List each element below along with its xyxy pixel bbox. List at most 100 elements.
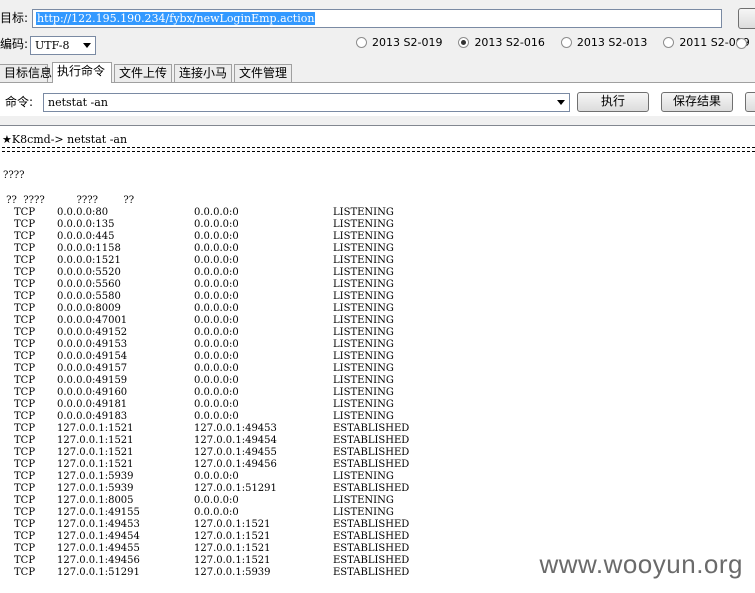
state-cell: LISTENING — [333, 411, 394, 422]
proto-cell: TCP — [14, 423, 36, 434]
table-row: TCP 127.0.0.1:5939 0.0.0.0:0 LISTENING — [0, 471, 755, 483]
state-cell: LISTENING — [333, 375, 394, 386]
radio-exploit-s2-016[interactable]: 2013 S2-016 — [458, 36, 545, 49]
local-address-cell: 0.0.0.0:49183 — [57, 411, 128, 422]
proto-cell: TCP — [14, 459, 36, 470]
foreign-address-cell: 0.0.0.0:0 — [194, 339, 239, 350]
proto-cell: TCP — [14, 339, 36, 350]
local-address-cell: 0.0.0.0:5560 — [57, 279, 121, 290]
local-address-cell: 0.0.0.0:49160 — [57, 387, 128, 398]
state-cell: LISTENING — [333, 267, 394, 278]
table-row: TCP 0.0.0.0:135 0.0.0.0:0 LISTENING — [0, 219, 755, 231]
local-address-cell: 127.0.0.1:8005 — [57, 495, 134, 506]
tab-file-upload[interactable]: 文件上传 — [114, 64, 172, 82]
table-row: TCP 0.0.0.0:49159 0.0.0.0:0 LISTENING — [0, 375, 755, 387]
command-input[interactable]: netstat -an — [43, 93, 570, 112]
local-address-cell: 127.0.0.1:1521 — [57, 435, 134, 446]
state-cell: LISTENING — [333, 207, 394, 218]
tab-connect-shell[interactable]: 连接小马 — [174, 64, 232, 82]
encoding-label: 编码: — [0, 37, 29, 51]
foreign-address-cell: 0.0.0.0:0 — [194, 363, 239, 374]
local-address-cell: 0.0.0.0:49153 — [57, 339, 128, 350]
tab-execute-command[interactable]: 执行命令 — [52, 62, 112, 83]
foreign-address-cell: 127.0.0.1:5939 — [194, 567, 271, 578]
foreign-address-cell: 0.0.0.0:0 — [194, 291, 239, 302]
state-cell: LISTENING — [333, 315, 394, 326]
table-row: TCP 127.0.0.1:49155 0.0.0.0:0 LISTENING — [0, 507, 755, 519]
state-cell: ESTABLISHED — [333, 567, 410, 578]
proto-cell: TCP — [14, 555, 36, 566]
proto-cell: TCP — [14, 447, 36, 458]
foreign-address-cell: 0.0.0.0:0 — [194, 411, 239, 422]
execute-button[interactable]: 执行 — [577, 92, 649, 112]
proto-cell: TCP — [14, 243, 36, 254]
state-cell: LISTENING — [333, 507, 394, 518]
proto-cell: TCP — [14, 327, 36, 338]
local-address-cell: 127.0.0.1:49456 — [57, 555, 140, 566]
target-action-button[interactable] — [738, 8, 755, 29]
state-cell: ESTABLISHED — [333, 435, 410, 446]
foreign-address-cell: 0.0.0.0:0 — [194, 279, 239, 290]
radio-exploit-partial[interactable] — [736, 38, 747, 49]
local-address-cell: 0.0.0.0:5580 — [57, 291, 121, 302]
state-cell: LISTENING — [333, 219, 394, 230]
local-address-cell: 0.0.0.0:49159 — [57, 375, 128, 386]
state-cell: LISTENING — [333, 255, 394, 266]
local-address-cell: 0.0.0.0:49157 — [57, 363, 128, 374]
local-address-cell: 0.0.0.0:49152 — [57, 327, 128, 338]
table-row: TCP 0.0.0.0:1158 0.0.0.0:0 LISTENING — [0, 243, 755, 255]
proto-cell: TCP — [14, 315, 36, 326]
foreign-address-cell: 0.0.0.0:0 — [194, 495, 239, 506]
proto-cell: TCP — [14, 531, 36, 542]
state-cell: LISTENING — [333, 303, 394, 314]
table-row: TCP 0.0.0.0:49160 0.0.0.0:0 LISTENING — [0, 387, 755, 399]
foreign-address-cell: 0.0.0.0:0 — [194, 471, 239, 482]
local-address-cell: 0.0.0.0:135 — [57, 219, 115, 230]
local-address-cell: 0.0.0.0:49154 — [57, 351, 128, 362]
encoding-select[interactable]: UTF-8 — [30, 36, 96, 55]
output-prompt-line: ★K8cmd-> netstat -an — [2, 133, 128, 146]
table-row: TCP 127.0.0.1:49454 127.0.0.1:1521 ESTABLIS… — [0, 531, 755, 543]
extra-button[interactable] — [745, 92, 755, 112]
foreign-address-cell: 0.0.0.0:0 — [194, 399, 239, 410]
local-address-cell: 127.0.0.1:1521 — [57, 447, 134, 458]
proto-cell: TCP — [14, 411, 36, 422]
proto-cell: TCP — [14, 255, 36, 266]
foreign-address-cell: 0.0.0.0:0 — [194, 231, 239, 242]
local-address-cell: 127.0.0.1:51291 — [57, 567, 140, 578]
proto-cell: TCP — [14, 363, 36, 374]
foreign-address-cell: 0.0.0.0:0 — [194, 315, 239, 326]
proto-cell: TCP — [14, 387, 36, 398]
foreign-address-cell: 0.0.0.0:0 — [194, 387, 239, 398]
state-cell: LISTENING — [333, 327, 394, 338]
proto-cell: TCP — [14, 507, 36, 518]
foreign-address-cell: 127.0.0.1:1521 — [194, 531, 271, 542]
table-row: TCP 127.0.0.1:8005 0.0.0.0:0 LISTENING — [0, 495, 755, 507]
tab-target-info[interactable]: 目标信息 — [0, 64, 52, 82]
radio-circle-icon — [560, 37, 572, 48]
target-url-input[interactable]: http://122.195.190.234/fybx/newLoginEmp.… — [32, 9, 722, 28]
target-url-text: http://122.195.190.234/fybx/newLoginEmp.… — [36, 12, 316, 25]
tab-file-manager[interactable]: 文件管理 — [234, 64, 292, 82]
table-row: TCP 127.0.0.1:1521 127.0.0.1:49454 ESTABLIS… — [0, 435, 755, 447]
table-row: TCP 127.0.0.1:5939 127.0.0.1:51291 ESTABLIS… — [0, 483, 755, 495]
chevron-down-icon — [557, 100, 565, 105]
proto-cell: TCP — [14, 231, 36, 242]
foreign-address-cell: 127.0.0.1:1521 — [194, 555, 271, 566]
local-address-cell: 127.0.0.1:5939 — [57, 483, 134, 494]
command-label: 命令: — [5, 95, 34, 109]
save-result-button[interactable]: 保存结果 — [661, 92, 733, 112]
proto-cell: TCP — [14, 351, 36, 362]
radio-exploit-s2-013[interactable]: 2013 S2-013 — [560, 36, 647, 49]
proto-cell: TCP — [14, 495, 36, 506]
foreign-address-cell: 0.0.0.0:0 — [194, 327, 239, 338]
state-cell: ESTABLISHED — [333, 531, 410, 542]
proto-cell: TCP — [14, 519, 36, 530]
table-row: TCP 0.0.0.0:5520 0.0.0.0:0 LISTENING — [0, 267, 755, 279]
radio-exploit-s2-019[interactable]: 2013 S2-019 — [356, 36, 442, 49]
proto-cell: TCP — [14, 291, 36, 302]
table-row: TCP 0.0.0.0:49152 0.0.0.0:0 LISTENING — [0, 327, 755, 339]
radio-circle-selected-icon — [458, 37, 470, 48]
foreign-address-cell: 0.0.0.0:0 — [194, 255, 239, 266]
table-row: TCP 0.0.0.0:49157 0.0.0.0:0 LISTENING — [0, 363, 755, 375]
